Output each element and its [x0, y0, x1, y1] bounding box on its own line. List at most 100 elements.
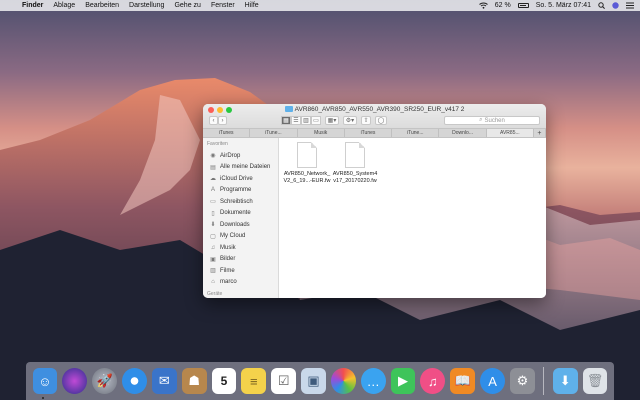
- trash-icon[interactable]: 🗑: [582, 368, 608, 394]
- documents-icon: ▯: [211, 210, 215, 217]
- siri-icon[interactable]: [62, 368, 88, 394]
- dock: ☺ 🚀 ✉ ☗ 5 ≡ ☑ ▣ … ▶ ♫ 📖 A ⚙ ⬇ 🗑: [26, 362, 614, 400]
- sidebar-item-label: Filme: [220, 267, 235, 274]
- sidebar-item-music[interactable]: ♫ Musik: [203, 242, 278, 254]
- tab-2[interactable]: iTune...: [250, 129, 298, 137]
- folder-icon: [284, 106, 293, 112]
- back-button[interactable]: ‹: [209, 116, 218, 125]
- sidebar-item-pictures[interactable]: ▣ Bilder: [203, 254, 278, 266]
- file-name-line-1: AVR850_Network_: [283, 171, 331, 177]
- window-title-text: AVR860_AVR850_AVR550_AVR390_SR250_EUR_v4…: [294, 106, 465, 113]
- menu-bar: Finder Ablage Bearbeiten Darstellung Geh…: [0, 0, 640, 11]
- sidebar-item-movies[interactable]: ▥ Filme: [203, 265, 278, 277]
- dock-separator: [543, 367, 545, 395]
- menu-gehe-zu[interactable]: Gehe zu: [174, 2, 200, 9]
- menu-bearbeiten[interactable]: Bearbeiten: [85, 2, 119, 9]
- battery-percent[interactable]: 62 %: [495, 2, 511, 9]
- sidebar-item-my-cloud[interactable]: ▢ My Cloud: [203, 231, 278, 243]
- siri-menu-icon[interactable]: [612, 2, 619, 9]
- downloads-icon: ⬇: [210, 222, 216, 229]
- all-files-icon: ▤: [210, 164, 216, 171]
- menu-app-name[interactable]: Finder: [22, 2, 43, 9]
- safari-icon[interactable]: [122, 368, 147, 394]
- preview-icon[interactable]: ▣: [301, 368, 326, 394]
- arrange-button[interactable]: ▦▾: [325, 116, 339, 125]
- mail-stamp-icon[interactable]: ✉: [151, 368, 177, 394]
- messages-icon[interactable]: …: [360, 368, 386, 394]
- finder-icon[interactable]: ☺: [32, 368, 58, 394]
- new-tab-button[interactable]: +: [534, 129, 546, 137]
- sidebar-item-desktop[interactable]: ▭ Schreibtisch: [203, 196, 278, 208]
- icon-view-button[interactable]: ▦: [281, 116, 291, 125]
- file-area[interactable]: AVR850_Network_ V2_6_19...-EUR.fw AVR850…: [279, 138, 546, 298]
- forward-button[interactable]: ›: [218, 116, 227, 125]
- notification-center-icon[interactable]: [626, 2, 634, 9]
- reminders-icon[interactable]: ☑: [271, 368, 297, 394]
- cloud-icon: ☁: [210, 176, 216, 183]
- menu-ablage[interactable]: Ablage: [53, 2, 75, 9]
- sidebar-item-home[interactable]: ⌂ marco: [203, 277, 278, 289]
- facetime-icon[interactable]: ▶: [390, 368, 416, 394]
- column-view-button[interactable]: ▥: [301, 116, 311, 125]
- menu-hilfe[interactable]: Hilfe: [245, 2, 259, 9]
- tab-4[interactable]: iTunes: [345, 129, 393, 137]
- clock[interactable]: So. 5. März 07:41: [536, 2, 591, 9]
- tab-3[interactable]: Musik: [298, 129, 345, 137]
- sidebar-item-downloads[interactable]: ⬇ Downloads: [203, 219, 278, 231]
- sidebar-item-airdrop[interactable]: ◉ AirDrop: [203, 150, 278, 162]
- app-store-icon[interactable]: A: [480, 368, 505, 394]
- menu-fenster[interactable]: Fenster: [211, 2, 235, 9]
- finder-running-indicator: [42, 397, 44, 399]
- share-button[interactable]: ⇧: [361, 116, 371, 125]
- sidebar-item-all-files[interactable]: ▤ Alle meine Dateien: [203, 162, 278, 174]
- file-name-line-2: v17_20170220.fw: [333, 178, 377, 184]
- sidebar-item-icloud-drive[interactable]: ☁ iCloud Drive: [203, 173, 278, 185]
- applications-icon: A: [210, 187, 215, 194]
- search-icon: ⌕: [479, 117, 483, 123]
- toolbar: ‹ › ▦ ☰ ▥ ▭ ▦▾ ⚙▾ ⇧ ◯ ⌕ Suchen: [209, 116, 540, 125]
- window-titlebar[interactable]: AVR860_AVR850_AVR550_AVR390_SR250_EUR_v4…: [203, 104, 546, 128]
- desktop-icon: ▭: [210, 199, 216, 206]
- sidebar-item-label: My Cloud: [220, 233, 246, 240]
- photos-icon[interactable]: [330, 368, 356, 394]
- contacts-icon[interactable]: ☗: [181, 368, 207, 394]
- calendar-icon[interactable]: 5: [211, 368, 237, 394]
- tab-6[interactable]: Downlo...: [439, 129, 487, 137]
- notes-icon[interactable]: ≡: [241, 368, 267, 394]
- system-preferences-icon[interactable]: ⚙: [510, 368, 535, 394]
- file-item[interactable]: AVR850_Network_ V2_6_19...-EUR.fw: [281, 142, 333, 185]
- action-gear-button[interactable]: ⚙▾: [343, 116, 357, 125]
- cloud-drive-icon: ▢: [210, 233, 216, 240]
- list-view-button[interactable]: ☰: [291, 116, 301, 125]
- downloads-folder-icon[interactable]: ⬇: [552, 368, 578, 394]
- music-icon: ♫: [210, 244, 216, 251]
- sidebar-item-documents[interactable]: ▯ Dokumente: [203, 208, 278, 220]
- sidebar-section-favorites: Favoriten: [207, 141, 228, 147]
- tab-1[interactable]: iTunes: [203, 129, 251, 137]
- menu-darstellung[interactable]: Darstellung: [129, 2, 164, 9]
- launchpad-icon[interactable]: 🚀: [92, 368, 118, 394]
- search-input[interactable]: ⌕ Suchen: [444, 116, 540, 125]
- tab-5[interactable]: iTune...: [392, 129, 440, 137]
- tags-button[interactable]: ◯: [375, 116, 387, 125]
- sidebar-item-applications[interactable]: A Programme: [203, 185, 278, 197]
- battery-icon[interactable]: [517, 3, 529, 8]
- wifi-icon[interactable]: [478, 2, 488, 9]
- sidebar-section-devices: Geräte: [207, 291, 223, 297]
- spotlight-icon[interactable]: [598, 2, 605, 9]
- file-name-line-2: V2_6_19...-EUR.fw: [283, 178, 331, 184]
- tab-7-active[interactable]: AVR85...: [486, 129, 534, 137]
- sidebar-item-label: iCloud Drive: [220, 175, 253, 182]
- sidebar-item-label: Downloads: [220, 221, 250, 228]
- sidebar-item-label: Dokumente: [220, 210, 251, 217]
- pictures-icon: ▣: [210, 256, 216, 263]
- file-item[interactable]: AVR850_System4 v17_20170220.fw: [329, 142, 381, 185]
- calendar-day: 5: [220, 374, 228, 388]
- document-icon: [297, 142, 317, 168]
- ibooks-icon[interactable]: 📖: [450, 368, 476, 394]
- cover-flow-view-button[interactable]: ▭: [311, 116, 321, 125]
- document-icon: [345, 142, 365, 168]
- finder-window: AVR860_AVR850_AVR550_AVR390_SR250_EUR_v4…: [203, 104, 546, 298]
- sidebar-item-label: Programme: [220, 187, 252, 194]
- itunes-icon[interactable]: ♫: [420, 368, 446, 394]
